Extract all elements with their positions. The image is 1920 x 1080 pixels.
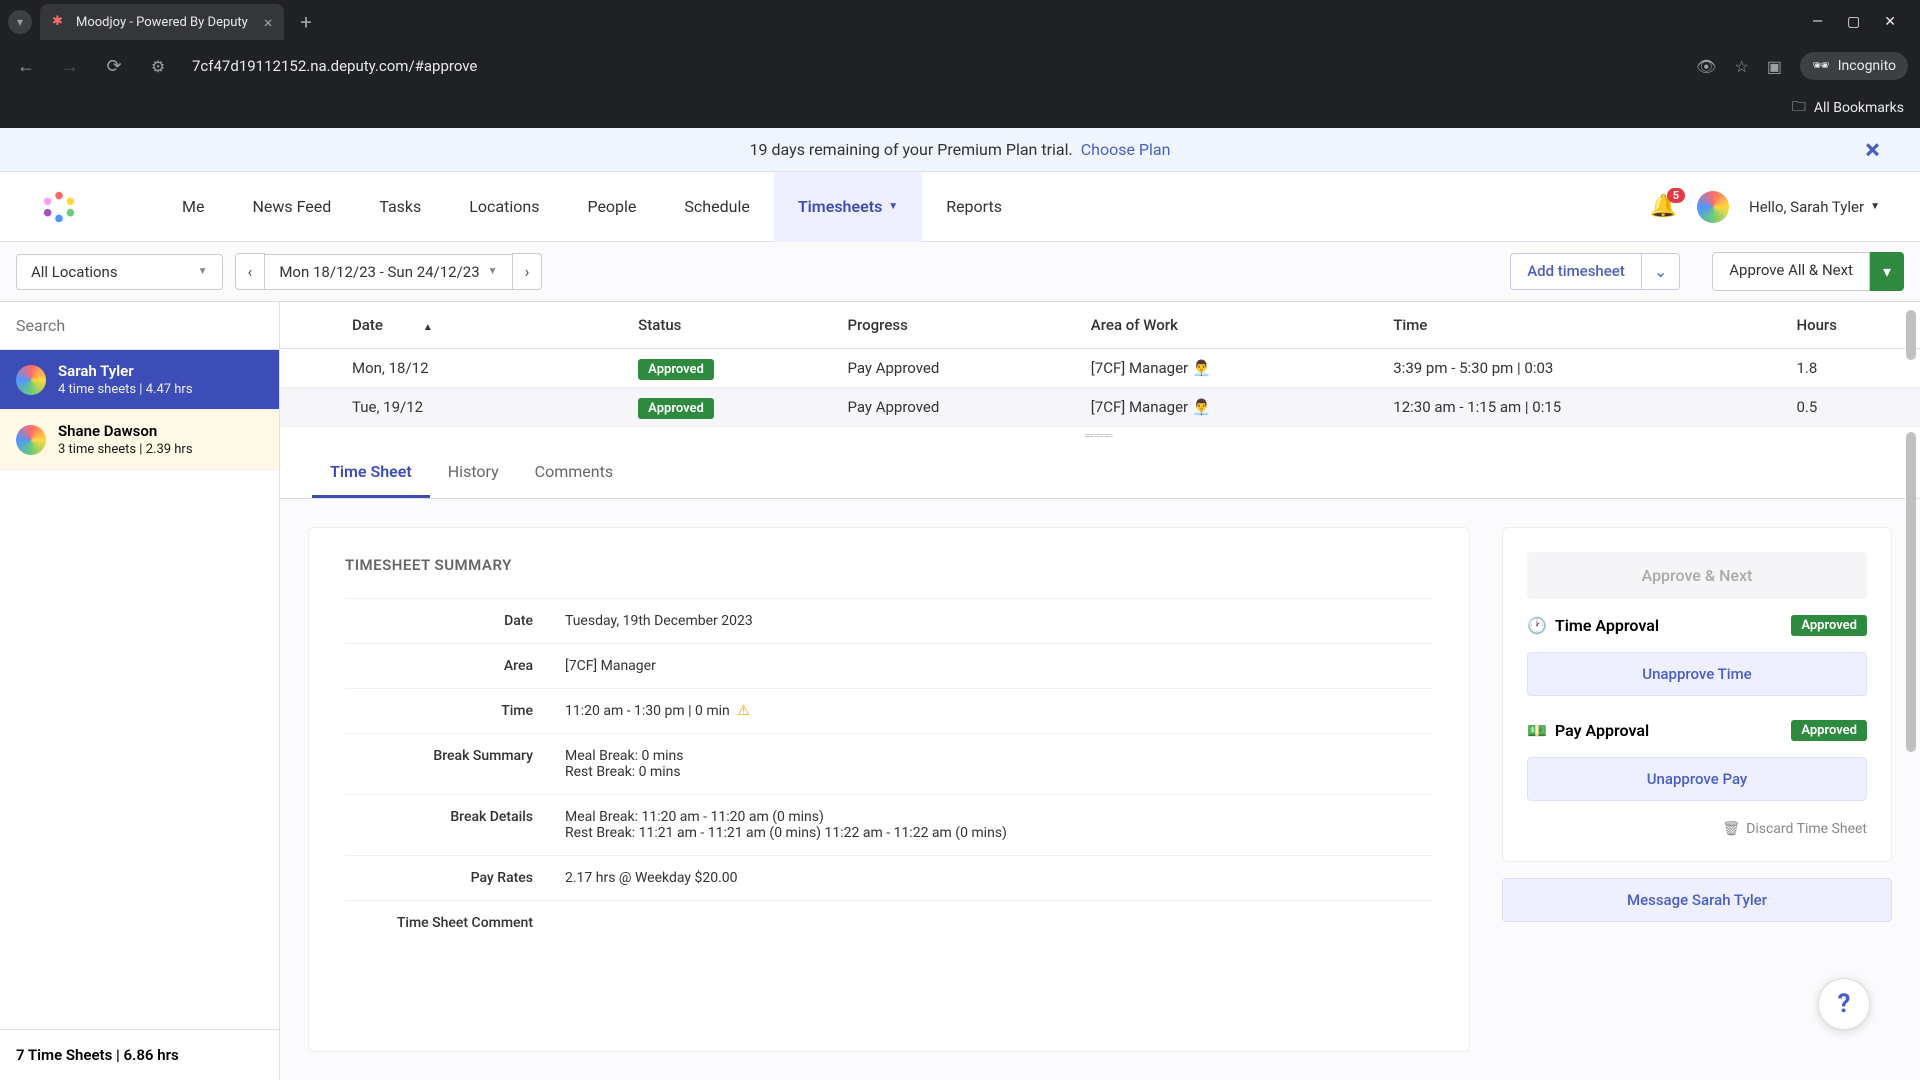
add-timesheet-button[interactable]: Add timesheet: [1510, 253, 1642, 290]
col-hours[interactable]: Hours: [1784, 302, 1920, 349]
status-badge: Approved: [638, 398, 714, 419]
col-progress[interactable]: Progress: [835, 302, 1078, 349]
user-avatar-icon[interactable]: [1697, 191, 1729, 223]
chevron-down-icon: ▼: [888, 201, 898, 212]
status-badge: Approved: [1791, 615, 1867, 636]
location-select[interactable]: All Locations ▼: [16, 254, 223, 290]
add-timesheet-dropdown[interactable]: ⌄: [1642, 253, 1680, 290]
timesheet-summary-card: TIMESHEET SUMMARY Date Tuesday, 19th Dec…: [308, 527, 1470, 1052]
incognito-badge[interactable]: 🕶 Incognito: [1800, 52, 1908, 80]
table-row[interactable]: Tue, 19/12 Approved Pay Approved [7CF] M…: [280, 388, 1920, 427]
warning-icon: ⚠: [737, 703, 750, 719]
summary-heading: TIMESHEET SUMMARY: [345, 556, 1433, 574]
chevron-down-icon: ▼: [1870, 201, 1880, 212]
employee-name: Sarah Tyler: [58, 362, 193, 380]
tab-comments[interactable]: Comments: [517, 448, 631, 498]
scrollbar-thumb[interactable]: [1906, 310, 1916, 360]
nav-me[interactable]: Me: [158, 172, 228, 242]
unapprove-pay-button[interactable]: Unapprove Pay: [1527, 757, 1867, 801]
site-info-icon[interactable]: ⚙: [144, 57, 172, 76]
chevron-down-icon: ▼: [488, 266, 498, 277]
avatar-icon: [16, 425, 46, 455]
all-bookmarks-link[interactable]: All Bookmarks: [1814, 100, 1904, 116]
col-area[interactable]: Area of Work: [1079, 302, 1381, 349]
nav-tasks[interactable]: Tasks: [355, 172, 445, 242]
employee-item-sarah[interactable]: Sarah Tyler 4 time sheets | 4.47 hrs: [0, 350, 279, 410]
bookmark-star-icon[interactable]: ☆: [1734, 57, 1748, 76]
sort-asc-icon: ▲: [423, 322, 433, 333]
close-window-icon[interactable]: ✕: [1884, 14, 1896, 30]
approve-next-button[interactable]: Approve & Next: [1527, 552, 1867, 599]
url-bar[interactable]: 7cf47d19112152.na.deputy.com/#approve: [184, 57, 1680, 75]
nav-locations[interactable]: Locations: [445, 172, 563, 242]
message-user-button[interactable]: Message Sarah Tyler: [1502, 878, 1892, 922]
main-nav-items: Me News Feed Tasks Locations People Sche…: [158, 172, 1026, 242]
resize-handle[interactable]: ═══: [280, 427, 1920, 444]
forward-button[interactable]: →: [56, 52, 84, 80]
chevron-down-icon: ▼: [198, 266, 208, 277]
employee-meta: 3 time sheets | 2.39 hrs: [58, 442, 193, 457]
side-panel-icon[interactable]: ▣: [1767, 57, 1782, 76]
incognito-icon: 🕶: [1812, 58, 1830, 74]
nav-timesheets[interactable]: Timesheets▼: [774, 172, 922, 242]
close-tab-icon[interactable]: ×: [264, 13, 273, 32]
prev-week-button[interactable]: ‹: [235, 253, 266, 290]
reload-button[interactable]: ⟳: [100, 52, 128, 80]
trial-banner: 19 days remaining of your Premium Plan t…: [0, 128, 1920, 172]
employee-item-shane[interactable]: Shane Dawson 3 time sheets | 2.39 hrs: [0, 410, 279, 470]
minimize-icon[interactable]: —: [1812, 14, 1823, 30]
nav-people[interactable]: People: [563, 172, 660, 242]
close-banner-icon[interactable]: ×: [1865, 133, 1880, 166]
unapprove-time-button[interactable]: Unapprove Time: [1527, 652, 1867, 696]
tab-title: Moodjoy - Powered By Deputy: [76, 15, 248, 30]
money-icon: 💵: [1527, 721, 1547, 740]
tab-time-sheet[interactable]: Time Sheet: [312, 448, 430, 498]
nav-reports[interactable]: Reports: [922, 172, 1026, 242]
choose-plan-link[interactable]: Choose Plan: [1081, 140, 1171, 159]
tab-list-dropdown[interactable]: ▾: [8, 10, 32, 34]
avatar-icon: [16, 365, 46, 395]
approve-all-button[interactable]: Approve All & Next: [1712, 252, 1870, 291]
col-status[interactable]: Status: [626, 302, 835, 349]
approval-actions-card: Approve & Next 🕐Time Approval Approved U…: [1502, 527, 1892, 862]
search-input[interactable]: [16, 316, 263, 335]
scrollbar-thumb[interactable]: [1906, 432, 1916, 752]
logo-icon[interactable]: [40, 188, 78, 226]
manager-icon: 👨‍💼: [1192, 359, 1211, 377]
approve-all-dropdown[interactable]: ▾: [1870, 252, 1904, 291]
date-range-picker[interactable]: Mon 18/12/23 - Sun 24/12/23 ▼: [265, 254, 511, 290]
table-row[interactable]: Mon, 18/12 Approved Pay Approved [7CF] M…: [280, 349, 1920, 388]
status-badge: Approved: [1791, 720, 1867, 741]
manager-icon: 👨‍💼: [1192, 398, 1211, 416]
maximize-icon[interactable]: ▢: [1847, 14, 1860, 30]
back-button[interactable]: ←: [12, 52, 40, 80]
col-time[interactable]: Time: [1381, 302, 1784, 349]
visibility-off-icon[interactable]: 👁: [1696, 57, 1716, 76]
discard-timesheet-link[interactable]: 🗑 Discard Time Sheet: [1527, 821, 1867, 837]
next-week-button[interactable]: ›: [512, 253, 543, 290]
help-button[interactable]: ?: [1818, 978, 1870, 1030]
notifications-button[interactable]: 🔔 5: [1650, 194, 1677, 219]
notification-badge: 5: [1667, 188, 1685, 203]
bookmarks-folder-icon: 🗀: [1792, 96, 1806, 120]
status-badge: Approved: [638, 359, 714, 380]
nav-news-feed[interactable]: News Feed: [228, 172, 355, 242]
sidebar-total: 7 Time Sheets | 6.86 hrs: [0, 1029, 279, 1080]
tab-favicon-icon: ✱: [52, 14, 68, 30]
tab-history[interactable]: History: [430, 448, 517, 498]
employee-meta: 4 time sheets | 4.47 hrs: [58, 382, 193, 397]
new-tab-button[interactable]: +: [300, 10, 311, 34]
browser-tab[interactable]: ✱ Moodjoy - Powered By Deputy ×: [40, 4, 284, 40]
user-menu[interactable]: Hello, Sarah Tyler ▼: [1749, 198, 1880, 216]
col-date[interactable]: Date▲: [280, 302, 626, 349]
trial-text: 19 days remaining of your Premium Plan t…: [750, 140, 1073, 159]
trash-icon: 🗑: [1722, 821, 1740, 837]
nav-schedule[interactable]: Schedule: [660, 172, 773, 242]
clock-icon: 🕐: [1527, 616, 1547, 635]
employee-name: Shane Dawson: [58, 422, 193, 440]
